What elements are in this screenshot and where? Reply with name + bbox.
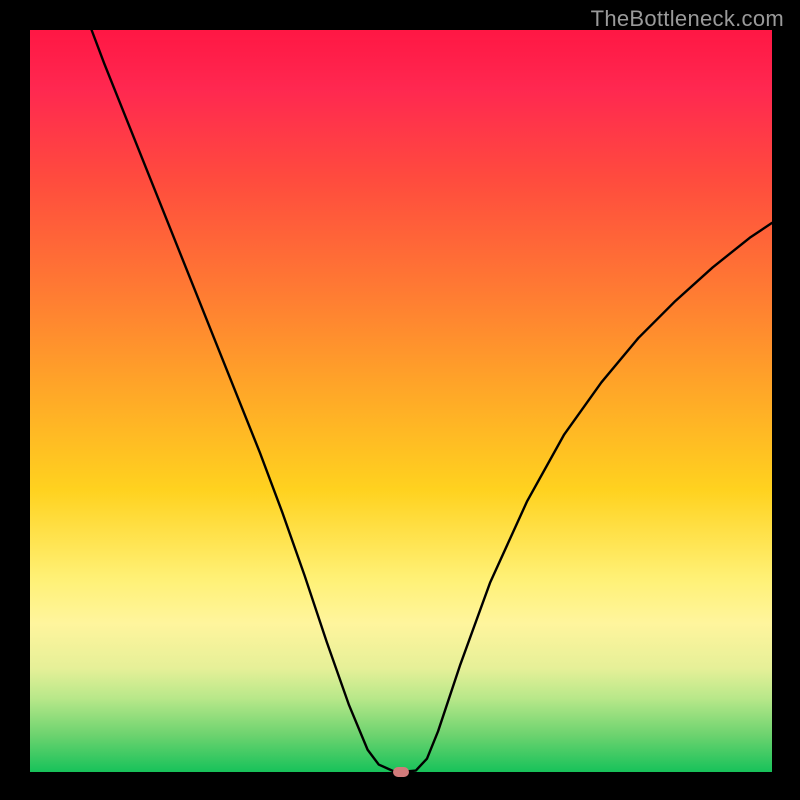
plot-area <box>30 30 772 772</box>
minimum-marker <box>393 767 409 777</box>
chart-frame: TheBottleneck.com <box>0 0 800 800</box>
watermark-text: TheBottleneck.com <box>591 6 784 32</box>
